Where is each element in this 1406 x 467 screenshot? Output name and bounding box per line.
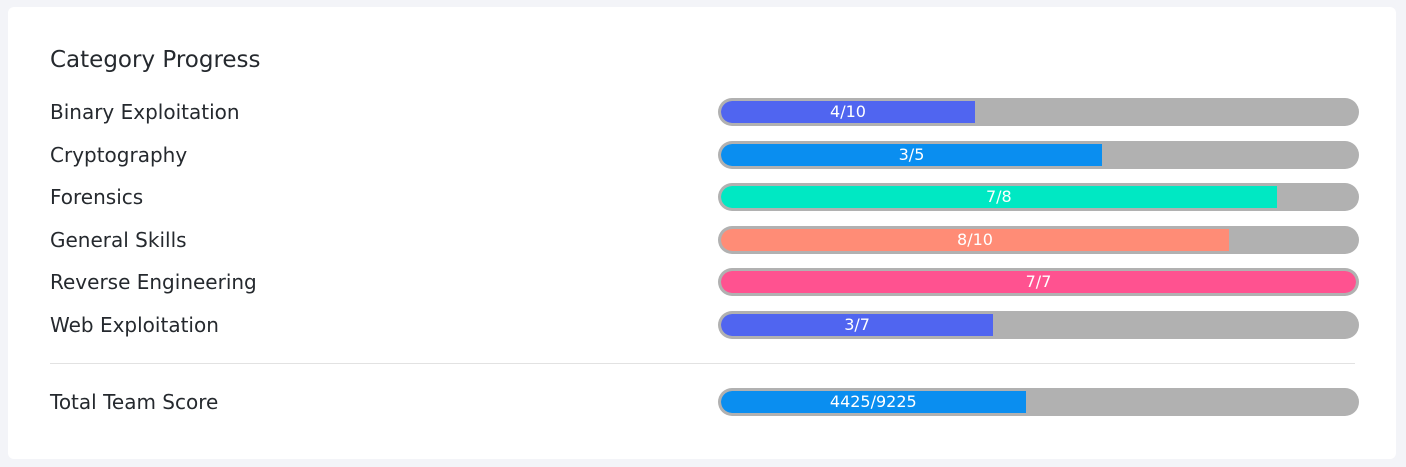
progress-bar: 3/5 [718,141,1359,169]
progress-text: 7/8 [985,187,1012,206]
progress-text: 8/10 [957,230,993,249]
category-label: Cryptography [50,143,188,167]
total-progress-bar: 4425/9225 [718,388,1359,416]
category-label: Forensics [50,185,144,209]
category-label: General Skills [50,228,187,252]
category-progress-card: Category Progress Binary Exploitation 4/… [8,7,1396,459]
progress-bar: 4/10 [718,98,1359,126]
total-score-label: Total Team Score [50,390,219,414]
progress-text: 3/5 [898,145,925,164]
progress-bar: 3/7 [718,311,1359,339]
category-row-reverse-engineering: Reverse Engineering 7/7 [50,268,1359,296]
total-score-row: Total Team Score 4425/9225 [50,388,1359,416]
category-row-general-skills: General Skills 8/10 [50,226,1359,254]
progress-text: 3/7 [844,315,870,334]
progress-text: 7/7 [1025,272,1052,291]
card-title: Category Progress [50,47,261,73]
progress-bar: 7/7 [718,268,1359,296]
category-label: Reverse Engineering [50,270,257,294]
category-row-binary-exploitation: Binary Exploitation 4/10 [50,98,1359,126]
total-progress-text: 4425/9225 [829,392,917,411]
category-label: Binary Exploitation [50,100,240,124]
progress-bar: 8/10 [718,226,1359,254]
category-row-web-exploitation: Web Exploitation 3/7 [50,311,1359,339]
progress-bar: 7/8 [718,183,1359,211]
category-label: Web Exploitation [50,313,219,337]
progress-text: 4/10 [830,102,866,121]
divider [50,363,1355,364]
category-row-forensics: Forensics 7/8 [50,183,1359,211]
category-row-cryptography: Cryptography 3/5 [50,141,1359,169]
